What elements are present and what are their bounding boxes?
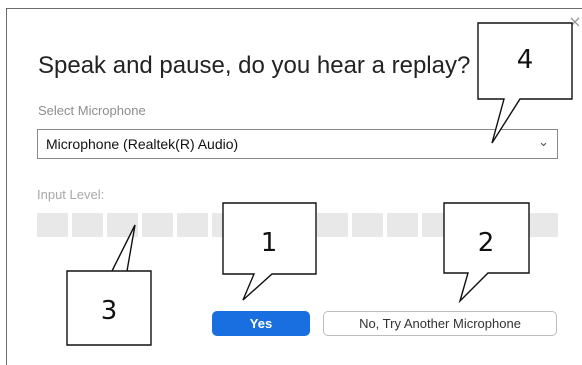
callout-2-number: 2 [477,228,495,258]
level-segment [422,213,453,237]
level-segment [177,213,208,237]
level-segment [72,213,103,237]
level-segment [37,213,68,237]
callout-3-number: 3 [100,296,118,326]
level-segment [527,213,558,237]
close-icon[interactable]: × [568,14,582,30]
dialog-title: Speak and pause, do you hear a replay? [38,52,471,79]
level-segment [317,213,348,237]
level-segment [282,213,313,237]
level-segment [212,213,243,237]
microphone-dropdown[interactable]: Microphone (Realtek(R) Audio) ⌄ [37,129,558,159]
yes-button[interactable]: Yes [212,311,310,336]
level-segment [142,213,173,237]
chevron-down-icon: ⌄ [538,135,549,150]
microphone-selected-value: Microphone (Realtek(R) Audio) [46,136,239,152]
level-segment [107,213,138,237]
input-level-label: Input Level: [37,187,105,202]
select-microphone-label: Select Microphone [38,103,146,118]
try-another-microphone-button[interactable]: No, Try Another Microphone [323,311,557,336]
level-segment [387,213,418,237]
callout-1-number: 1 [260,228,278,258]
callout-4-number: 4 [516,45,534,75]
level-segment [352,213,383,237]
